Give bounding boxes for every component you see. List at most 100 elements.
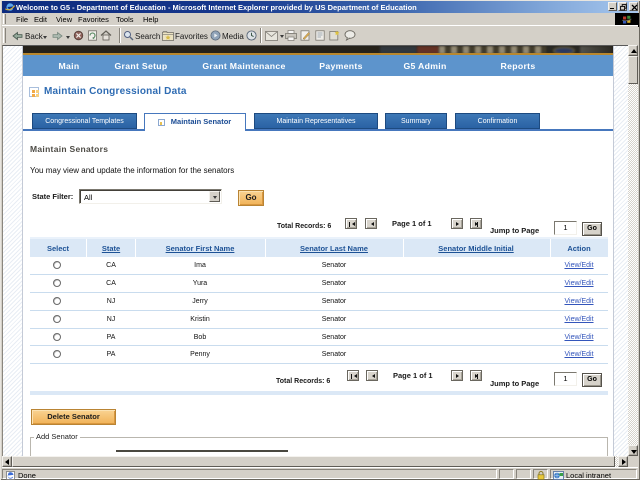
scroll-right-button[interactable] [618, 456, 628, 467]
prev-page-button[interactable] [365, 218, 377, 229]
media-icon[interactable] [210, 30, 221, 41]
nav-g5-admin[interactable]: G5 Admin [403, 61, 446, 71]
select-radio[interactable] [53, 261, 61, 269]
view-edit-link[interactable]: View/Edit [564, 334, 593, 341]
forward-dropdown-icon[interactable] [66, 36, 70, 39]
next-page-button[interactable] [451, 370, 463, 381]
tab-summary[interactable]: Summary [385, 113, 447, 129]
search-icon[interactable] [123, 30, 134, 41]
scroll-up-button[interactable] [628, 45, 638, 56]
view-edit-link[interactable]: View/Edit [564, 351, 593, 358]
horizontal-scroll-thumb[interactable] [12, 456, 615, 467]
refresh-icon[interactable] [87, 30, 98, 41]
page-title: Maintain Congressional Data [44, 86, 187, 97]
nav-reports[interactable]: Reports [501, 61, 536, 71]
mail-dropdown-icon[interactable] [280, 35, 284, 38]
minimize-glyph [610, 8, 614, 10]
minimize-button[interactable] [608, 2, 617, 11]
col-header-last-name[interactable]: Senator Last Name [300, 244, 368, 253]
col-header-state[interactable]: State [102, 244, 120, 253]
jump-page-input[interactable]: 1 [554, 221, 577, 235]
first-page-button[interactable] [347, 370, 359, 381]
document-icon[interactable] [315, 30, 325, 41]
page-count-label: Page 1 of 1 [393, 371, 433, 380]
jump-page-input[interactable]: 1 [554, 372, 577, 386]
jump-go-button[interactable]: Go [582, 373, 602, 387]
tab-maintain-representatives[interactable]: Maintain Representatives [254, 113, 378, 129]
view-edit-link[interactable]: View/Edit [564, 316, 593, 323]
jump-to-page-label: Jump to Page [490, 226, 539, 235]
tab-confirmation[interactable]: Confirmation [455, 113, 540, 129]
page-count-label: Page 1 of 1 [392, 219, 432, 228]
view-edit-link[interactable]: View/Edit [564, 280, 593, 287]
filter-go-button[interactable]: Go [238, 190, 264, 206]
horizontal-scrollbar[interactable] [2, 456, 628, 467]
select-radio[interactable] [53, 315, 61, 323]
forward-icon[interactable] [52, 31, 63, 41]
search-label[interactable]: Search [135, 32, 160, 41]
status-pane [499, 469, 514, 479]
menu-file[interactable]: File [16, 15, 28, 24]
column-separator [135, 239, 136, 259]
page-status-icon [6, 471, 15, 480]
nav-grant-maintenance[interactable]: Grant Maintenance [202, 61, 285, 71]
restore-button[interactable] [618, 2, 627, 11]
tab-congressional-templates[interactable]: Congressional Templates [32, 113, 137, 129]
history-icon[interactable] [246, 30, 257, 41]
select-radio[interactable] [53, 279, 61, 287]
last-page-button[interactable] [470, 218, 482, 229]
vertical-scroll-thumb[interactable] [628, 56, 638, 84]
menu-help[interactable]: Help [143, 15, 158, 24]
nav-grant-setup[interactable]: Grant Setup [114, 61, 167, 71]
scroll-left-button[interactable] [2, 456, 12, 467]
icon-quadrant [36, 94, 39, 97]
messenger-icon[interactable] [329, 30, 340, 41]
mail-icon[interactable] [265, 31, 278, 41]
print-icon[interactable] [285, 30, 297, 41]
edit-icon[interactable] [300, 30, 311, 41]
scroll-down-button[interactable] [628, 445, 638, 456]
menu-favorites[interactable]: Favorites [78, 15, 109, 24]
vertical-scrollbar[interactable] [628, 45, 638, 456]
view-edit-link[interactable]: View/Edit [564, 262, 593, 269]
home-icon[interactable] [100, 30, 112, 41]
next-page-button[interactable] [451, 218, 463, 229]
back-icon[interactable] [12, 31, 23, 41]
select-radio[interactable] [53, 350, 61, 358]
col-header-first-name[interactable]: Senator First Name [166, 244, 235, 253]
toolbar-grip[interactable] [3, 28, 6, 43]
nav-payments[interactable]: Payments [319, 61, 362, 71]
column-separator [550, 239, 551, 259]
table-footer-strip [30, 391, 608, 395]
last-page-button[interactable] [470, 370, 482, 381]
discuss-icon[interactable] [344, 30, 356, 41]
jump-go-button[interactable]: Go [582, 222, 602, 236]
column-separator [265, 239, 266, 259]
add-senator-fieldset: Add Senator [30, 437, 608, 456]
menu-edit[interactable]: Edit [34, 15, 47, 24]
back-dropdown-icon[interactable] [43, 36, 47, 39]
nav-main[interactable]: Main [59, 61, 80, 71]
select-dropdown-button[interactable] [209, 191, 220, 202]
tab-maintain-senator[interactable]: Maintain Senator [144, 113, 246, 131]
state-filter-select[interactable]: All [79, 189, 222, 204]
select-radio[interactable] [53, 297, 61, 305]
select-radio[interactable] [53, 333, 61, 341]
delete-senator-button[interactable]: Delete Senator [31, 409, 116, 425]
menu-view[interactable]: View [56, 15, 72, 24]
back-label[interactable]: Back [25, 32, 43, 41]
first-page-button[interactable] [345, 218, 357, 229]
web-page: Main Grant Setup Grant Maintenance Payme… [22, 46, 614, 456]
menu-grip[interactable] [3, 14, 6, 24]
close-button[interactable] [629, 2, 638, 11]
table-row: CAImaSenatorView/Edit [30, 257, 608, 275]
icon-mark [160, 122, 163, 125]
favorites-icon[interactable] [162, 31, 174, 41]
col-header-middle-initial[interactable]: Senator Middle Initial [438, 244, 513, 253]
favorites-label[interactable]: Favorites [175, 32, 208, 41]
media-label[interactable]: Media [222, 32, 244, 41]
view-edit-link[interactable]: View/Edit [564, 298, 593, 305]
prev-page-button[interactable] [366, 370, 378, 381]
menu-tools[interactable]: Tools [116, 15, 134, 24]
stop-icon[interactable] [73, 30, 84, 41]
